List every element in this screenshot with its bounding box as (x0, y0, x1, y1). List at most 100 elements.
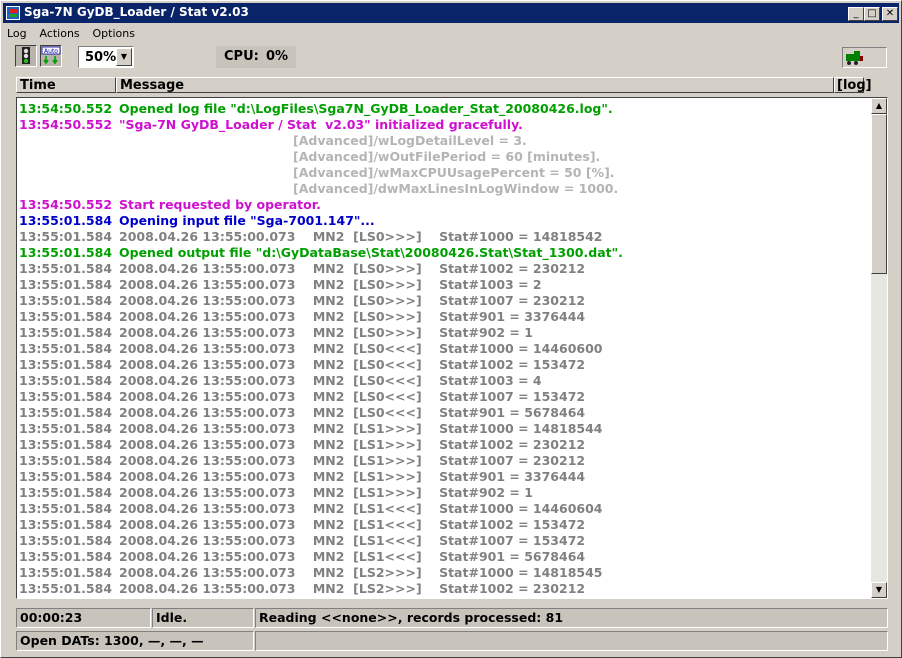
minimize-button[interactable]: _ (848, 7, 864, 21)
log-time: 13:55:01.584 (19, 373, 113, 388)
log-row: 13:55:01.584 2008.04.26 13:55:00.073 MN2 … (19, 277, 867, 293)
auto-button-text: Auto (44, 48, 58, 55)
log-message: [Advanced]/wLogDetailLevel = 3. (293, 133, 527, 148)
close-button[interactable]: ✕ (882, 7, 898, 21)
menu-log[interactable]: Log (7, 27, 27, 40)
scroll-up-icon[interactable]: ▲ (871, 98, 887, 114)
log-time: 13:55:01.584 (19, 213, 113, 228)
log-message: 2008.04.26 13:55:00.073 MN2 [LS0>>>] Sta… (119, 293, 586, 308)
log-time: 13:55:01.584 (19, 277, 113, 292)
log-message: 2008.04.26 13:55:00.073 MN2 [LS0>>>] Sta… (119, 229, 603, 244)
log-row: 13:55:01.584 2008.04.26 13:55:00.073 MN2 … (19, 421, 867, 437)
vertical-scrollbar[interactable]: ▲ ▼ (871, 98, 887, 598)
log-message: 2008.04.26 13:55:00.073 MN2 [LS1>>>] Sta… (119, 437, 586, 452)
log-message: Opening input file "Sga-7001.147"... (119, 213, 375, 228)
log-time: 13:55:01.584 (19, 293, 113, 308)
log-row: [Advanced]/wMaxCPUUsagePercent = 50 [%]. (19, 165, 867, 181)
traffic-light-icon (22, 47, 30, 64)
log-row: 13:55:01.584 2008.04.26 13:55:00.073 MN2 … (19, 517, 867, 533)
log-column-header[interactable]: [log] (834, 77, 872, 93)
log-time: 13:54:50.552 (19, 197, 113, 212)
log-time: 13:55:01.584 (19, 581, 113, 596)
log-time: 13:55:01.584 (19, 485, 113, 500)
log-time: 13:55:01.584 (19, 517, 113, 532)
log-row: 13:54:50.552 Opened log file "d:\LogFiles… (19, 101, 867, 117)
log-row: 13:54:50.552 "Sga-7N GyDB_Loader / Stat v… (19, 117, 867, 133)
menu-actions[interactable]: Actions (39, 27, 79, 40)
log-row: 13:55:01.584 2008.04.26 13:55:00.073 MN2 … (19, 309, 867, 325)
start-button[interactable] (15, 45, 37, 67)
log-header: Time Message [log] (16, 77, 872, 95)
title-bar[interactable]: Sga-7N GyDB_Loader / Stat v2.03 _ □ ✕ (3, 3, 899, 23)
log-time: 13:55:01.584 (19, 261, 113, 276)
log-message: "Sga-7N GyDB_Loader / Stat v2.03" initia… (119, 117, 523, 132)
log-message: 2008.04.26 13:55:00.073 MN2 [LS1>>>] Sta… (119, 453, 586, 468)
log-time: 13:55:01.584 (19, 421, 113, 436)
empty-status (255, 631, 888, 651)
auto-download-icon: Auto (41, 46, 61, 65)
log-row: [Advanced]/wLogDetailLevel = 3. (19, 133, 867, 149)
log-list: 13:54:50.552 Opened log file "d:\LogFiles… (19, 101, 867, 597)
log-panel[interactable]: 13:54:50.552 Opened log file "d:\LogFiles… (16, 97, 888, 599)
reading-status: Reading <<none>>, records processed: 81 (255, 608, 888, 628)
time-column-header[interactable]: Time (16, 77, 116, 93)
log-message: 2008.04.26 13:55:00.073 MN2 [LS0<<<] Sta… (119, 389, 586, 404)
log-message: 2008.04.26 13:55:00.073 MN2 [LS1>>>] Sta… (119, 485, 533, 500)
log-row: 13:55:01.584 2008.04.26 13:55:00.073 MN2 … (19, 437, 867, 453)
log-message: 2008.04.26 13:55:00.073 MN2 [LS0>>>] Sta… (119, 261, 586, 276)
log-time: 13:55:01.584 (19, 245, 113, 260)
log-message: 2008.04.26 13:55:00.073 MN2 [LS0<<<] Sta… (119, 373, 542, 388)
log-message: 2008.04.26 13:55:00.073 MN2 [LS0<<<] Sta… (119, 405, 586, 420)
log-time: 13:55:01.584 (19, 469, 113, 484)
cpu-indicator: CPU: 0% (216, 46, 296, 68)
log-row: 13:55:01.584 2008.04.26 13:55:00.073 MN2 … (19, 549, 867, 565)
log-row: 13:55:01.584 2008.04.26 13:55:00.073 MN2 … (19, 485, 867, 501)
log-row: 13:55:01.584 2008.04.26 13:55:00.073 MN2 … (19, 325, 867, 341)
log-row: 13:55:01.584 2008.04.26 13:55:00.073 MN2 … (19, 229, 867, 245)
log-row: 13:55:01.584 2008.04.26 13:55:00.073 MN2 … (19, 453, 867, 469)
log-message: 2008.04.26 13:55:00.073 MN2 [LS1<<<] Sta… (119, 517, 586, 532)
auto-button[interactable]: Auto (40, 45, 62, 67)
log-time: 13:55:01.584 (19, 533, 113, 548)
log-time: 13:55:01.584 (19, 405, 113, 420)
log-row: 13:55:01.584 Opening input file "Sga-7001… (19, 213, 867, 229)
log-message: 2008.04.26 13:55:00.073 MN2 [LS2>>>] Sta… (119, 581, 586, 596)
run-status-indicator (842, 47, 887, 68)
maximize-button[interactable]: □ (864, 7, 880, 21)
window-title: Sga-7N GyDB_Loader / Stat v2.03 (24, 5, 249, 19)
log-message: [Advanced]/wOutFilePeriod = 60 [minutes]… (293, 149, 601, 164)
log-row: [Advanced]/wOutFilePeriod = 60 [minutes]… (19, 149, 867, 165)
log-row: 13:55:01.584 2008.04.26 13:55:00.073 MN2 … (19, 341, 867, 357)
log-message: 2008.04.26 13:55:00.073 MN2 [LS1>>>] Sta… (119, 469, 586, 484)
cpu-label: CPU: (224, 49, 259, 64)
scroll-thumb[interactable] (871, 114, 887, 274)
log-message: [Advanced]/wMaxCPUUsagePercent = 50 [%]. (293, 165, 615, 180)
log-time: 13:55:01.584 (19, 437, 113, 452)
state-status: Idle. (152, 608, 254, 628)
log-message: 2008.04.26 13:55:00.073 MN2 [LS0>>>] Sta… (119, 325, 533, 340)
zoom-value: 50% (85, 50, 117, 65)
log-row: 13:55:01.584 2008.04.26 13:55:00.073 MN2 … (19, 357, 867, 373)
log-row: 13:55:01.584 2008.04.26 13:55:00.073 MN2 … (19, 533, 867, 549)
scroll-down-icon[interactable]: ▼ (871, 582, 887, 598)
log-row: 13:55:01.584 2008.04.26 13:55:00.073 MN2 … (19, 405, 867, 421)
log-row: 13:55:01.584 2008.04.26 13:55:00.073 MN2 … (19, 261, 867, 277)
cpu-value: 0% (266, 49, 289, 64)
elapsed-time: 00:00:23 (16, 608, 151, 628)
zoom-select[interactable]: 50% ▼ (78, 46, 134, 68)
chevron-down-icon[interactable]: ▼ (116, 48, 132, 66)
log-time: 13:55:01.584 (19, 325, 113, 340)
log-time: 13:54:50.552 (19, 101, 113, 116)
log-row: 13:54:50.552 Start requested by operator. (19, 197, 867, 213)
message-column-header[interactable]: Message (116, 77, 834, 93)
log-row: [Advanced]/dwMaxLinesInLogWindow = 1000. (19, 181, 867, 197)
log-time: 13:55:01.584 (19, 229, 113, 244)
log-row: 13:55:01.584 Opened output file "d:\GyDat… (19, 245, 867, 261)
log-message: [Advanced]/dwMaxLinesInLogWindow = 1000. (293, 181, 619, 196)
log-message: 2008.04.26 13:55:00.073 MN2 [LS1<<<] Sta… (119, 501, 603, 516)
log-message: 2008.04.26 13:55:00.073 MN2 [LS1<<<] Sta… (119, 533, 586, 548)
menu-bar: Log Actions Options (7, 26, 144, 42)
log-message: 2008.04.26 13:55:00.073 MN2 [LS0>>>] Sta… (119, 277, 542, 292)
menu-options[interactable]: Options (93, 27, 135, 40)
log-time: 13:55:01.584 (19, 357, 113, 372)
